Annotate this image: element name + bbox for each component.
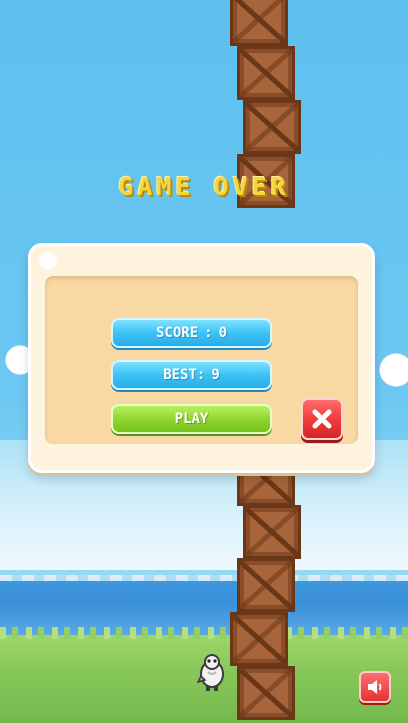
game-over-title: GAME OVER xyxy=(118,172,290,201)
speaker-icon xyxy=(368,680,382,694)
game-scene: GAME OVER SCORE : 0 BEST : 9 PLAY xyxy=(0,0,408,723)
panel-glint xyxy=(39,252,57,270)
score-display: SCORE : 0 xyxy=(111,318,272,348)
crate xyxy=(230,0,288,46)
best-display: BEST : 9 xyxy=(111,360,272,390)
bird-icon xyxy=(197,654,224,691)
crate xyxy=(243,100,301,154)
play-button[interactable]: PLAY xyxy=(111,404,272,434)
score-label: SCORE xyxy=(155,325,199,341)
best-label: BEST xyxy=(163,367,197,383)
crate xyxy=(237,46,295,100)
close-icon xyxy=(312,409,332,429)
close-button[interactable] xyxy=(301,398,343,440)
crate xyxy=(237,558,295,612)
crate xyxy=(243,505,301,559)
best-value: 9 xyxy=(211,367,220,383)
score-value: 0 xyxy=(218,325,228,341)
sound-toggle-button[interactable] xyxy=(359,671,391,703)
crate xyxy=(237,666,295,720)
crate xyxy=(230,612,288,666)
play-label: PLAY xyxy=(174,411,209,427)
